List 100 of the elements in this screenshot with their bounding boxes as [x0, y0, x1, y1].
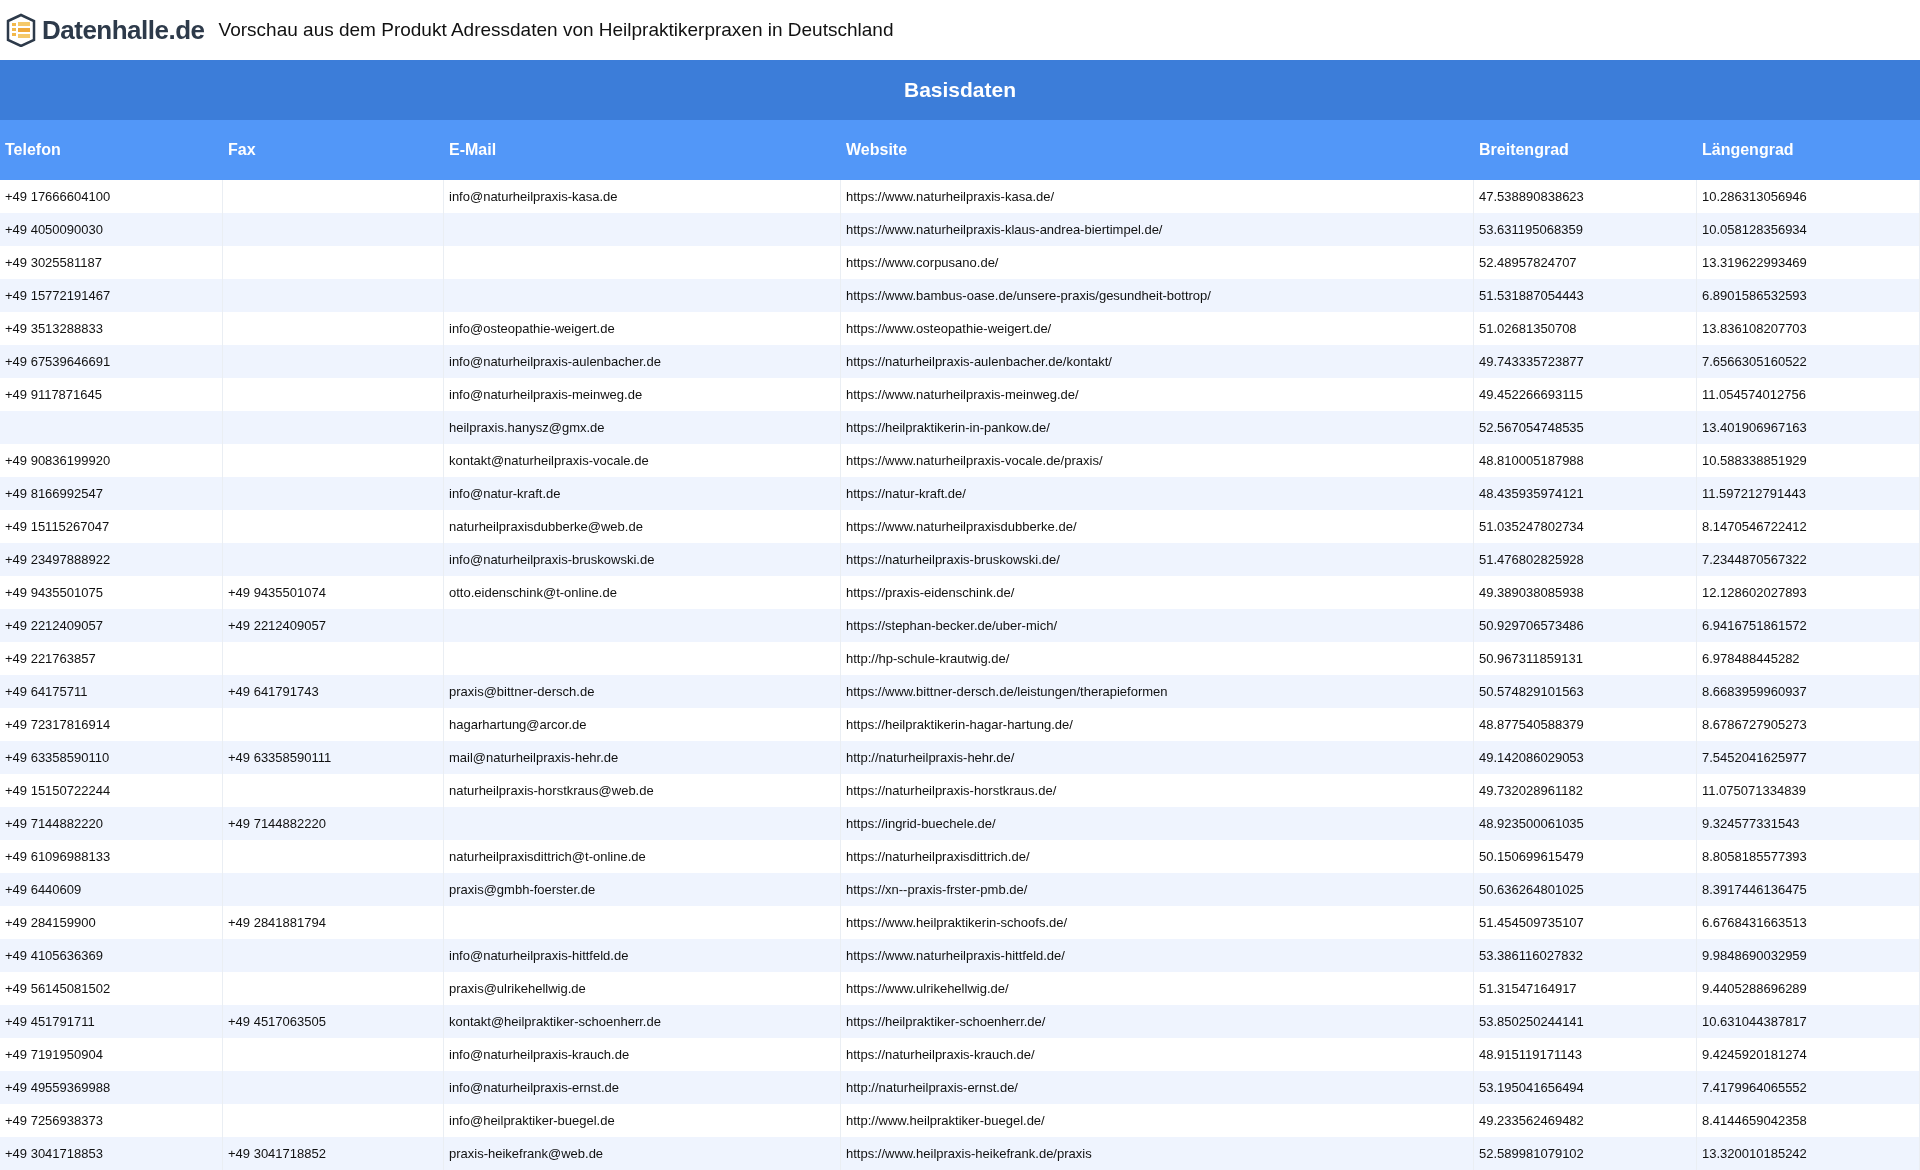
table-cell-text: +49 17666604100	[5, 187, 111, 206]
table-cell-text: praxis@ulrikehellwig.de	[449, 979, 586, 998]
table-cell-text: https://www.bambus-oase.de/unsere-praxis/gesundheit-bottrop/	[846, 286, 1211, 305]
column-header: Website	[845, 140, 909, 160]
column-header: E-Mail	[448, 140, 498, 160]
table-cell-text: 49.452266693115	[1479, 385, 1583, 404]
server-stack-icon	[4, 13, 38, 47]
table-cell-text: +49 23497888922	[5, 550, 111, 569]
table-cell-text: +49 9435501075	[5, 583, 103, 602]
table-cell-text: 10.631044387817	[1702, 1012, 1807, 1031]
table-cell-text: https://www.naturheilpraxis-vocale.de/praxis/	[846, 451, 1103, 470]
table-cell-text: +49 15115267047	[5, 517, 110, 536]
table-cell-text: https://naturheilpraxisdittrich.de/	[846, 847, 1030, 866]
column-header: Breitengrad	[1478, 140, 1570, 160]
table-cell-text: otto.eidenschink@t-online.de	[449, 583, 617, 602]
table-cell-text: +49 7191950904	[5, 1045, 103, 1064]
table-cell-text: https://heilpraktikerin-hagar-hartung.de/	[846, 715, 1073, 734]
table-cell-text: http://naturheilpraxis-ernst.de/	[846, 1078, 1018, 1097]
table-cell-text: naturheilpraxis-horstkraus@web.de	[449, 781, 654, 800]
table-cell-text: 6.9416751861572	[1702, 616, 1807, 635]
table-cell-text: praxis@bittner-dersch.de	[449, 682, 595, 701]
table-cell-text: +49 56145081502	[5, 979, 111, 998]
table-cell-text: 48.435935974121	[1479, 484, 1584, 503]
table-cell-text: 53.850250244141	[1479, 1012, 1584, 1031]
column-header: Fax	[227, 140, 257, 160]
table-cell-text: +49 15772191467	[5, 286, 111, 305]
table-cell-text: 47.538890838623	[1479, 187, 1584, 206]
table-cell-text: 48.877540588379	[1479, 715, 1584, 734]
table-cell-text: 13.319622993469	[1702, 253, 1807, 272]
table-cell-text: +49 2841881794	[228, 913, 326, 932]
table-cell-text: 51.476802825928	[1479, 550, 1584, 569]
table-cell-text: 11.054574012756	[1702, 385, 1806, 404]
table-cell-text: http://naturheilpraxis-hehr.de/	[846, 748, 1015, 767]
table-cell-text: info@osteopathie-weigert.de	[449, 319, 615, 338]
table-cell-text: +49 15150722244	[5, 781, 111, 800]
table-cell-text: https://natur-kraft.de/	[846, 484, 966, 503]
table-cell-text: +49 3513288833	[5, 319, 103, 338]
table-cell-text: 49.142086029053	[1479, 748, 1584, 767]
table-cell-text: kontakt@heilpraktiker-schoenherr.de	[449, 1012, 661, 1031]
group-header: Basisdaten	[0, 60, 1920, 120]
table-cell-text: https://naturheilpraxis-bruskowski.de/	[846, 550, 1060, 569]
table-cell-text: https://ingrid-buechele.de/	[846, 814, 996, 833]
table-cell-text: 51.531887054443	[1479, 286, 1584, 305]
table-cell-text: 51.02681350708	[1479, 319, 1577, 338]
table-cell-text: +49 2212409057	[5, 616, 103, 635]
table-cell-text: +49 7144882220	[228, 814, 326, 833]
table-cell-text: 52.48957824707	[1479, 253, 1577, 272]
table-cell-text: 11.075071334839	[1702, 781, 1806, 800]
table-cell-text: +49 9435501074	[228, 583, 326, 602]
logo-text[interactable]: Datenhalle.de	[42, 10, 205, 50]
table-cell-text: info@naturheilpraxis-bruskowski.de	[449, 550, 655, 569]
table-cell-text: https://www.corpusano.de/	[846, 253, 999, 272]
table-cell-text: +49 63358590111	[228, 748, 332, 767]
table-cell-text: 9.4245920181274	[1702, 1045, 1807, 1064]
table-cell-text: +49 284159900	[5, 913, 96, 932]
table-cell-text: 12.128602027893	[1702, 583, 1807, 602]
table-cell-text: 10.286313056946	[1702, 187, 1807, 206]
table-cell-text: https://www.naturheilpraxis-kasa.de/	[846, 187, 1055, 206]
table-cell-text: https://heilpraktikerin-in-pankow.de/	[846, 418, 1050, 437]
table-cell-text: 53.195041656494	[1479, 1078, 1584, 1097]
table-cell-text: 53.631195068359	[1479, 220, 1583, 239]
table-cell-text: +49 9117871645	[5, 385, 102, 404]
table-cell-text: 7.5452041625977	[1702, 748, 1807, 767]
table-cell-text: +49 49559369988	[5, 1078, 111, 1097]
table-cell-text: +49 221763857	[5, 649, 96, 668]
table-cell-text: +49 3025581187	[5, 253, 102, 272]
table-cell-text: 6.6768431663513	[1702, 913, 1807, 932]
table-cell-text: 8.4144659042358	[1702, 1111, 1807, 1130]
table-cell-text: https://stephan-becker.de/uber-mich/	[846, 616, 1057, 635]
table-cell-text: +49 8166992547	[5, 484, 103, 503]
table-cell-text: 13.320010185242	[1702, 1144, 1807, 1163]
table-cell-text: http://hp-schule-krautwig.de/	[846, 649, 1010, 668]
table-cell-text: 51.035247802734	[1479, 517, 1584, 536]
table-cell-text: 9.9848690032959	[1702, 946, 1807, 965]
table-cell-text: +49 3041718853	[5, 1144, 103, 1163]
table-cell-text: +49 4050090030	[5, 220, 103, 239]
table-cell-text: info@naturheilpraxis-krauch.de	[449, 1045, 630, 1064]
table-cell-text: https://praxis-eidenschink.de/	[846, 583, 1015, 602]
table-cell-text: 50.967311859131	[1479, 649, 1583, 668]
table-cell-text: https://www.naturheilpraxis-hittfeld.de/	[846, 946, 1065, 965]
table-cell-text: mail@naturheilpraxis-hehr.de	[449, 748, 619, 767]
table-cell-text: +49 6440609	[5, 880, 82, 899]
table-cell-text: https://xn--praxis-frster-pmb.de/	[846, 880, 1028, 899]
table-cell-text: 52.589981079102	[1479, 1144, 1584, 1163]
table-cell-text: praxis@gmbh-foerster.de	[449, 880, 596, 899]
table-cell-text: praxis-heikefrank@web.de	[449, 1144, 604, 1163]
table-cell-text: 9.324577331543	[1702, 814, 1800, 833]
table-cell-text: 50.574829101563	[1479, 682, 1584, 701]
table-cell-text: 8.1470546722412	[1702, 517, 1807, 536]
page-title: Vorschau aus dem Produkt Adressdaten von Heilpraktikerpraxen in Deutschland	[218, 17, 894, 42]
table-cell-text: info@natur-kraft.de	[449, 484, 561, 503]
table-cell-text: 9.4405288696289	[1702, 979, 1807, 998]
table-cell-text: +49 63358590110	[5, 748, 110, 767]
table-cell-text: https://www.bittner-dersch.de/leistungen/therapieformen	[846, 682, 1168, 701]
table-cell-text: +49 72317816914	[5, 715, 111, 734]
table-cell-text: +49 4105636369	[5, 946, 103, 965]
table-cell-text: https://www.naturheilpraxis-klaus-andrea-biertimpel.de/	[846, 220, 1163, 239]
table-cell-text: 8.3917446136475	[1702, 880, 1807, 899]
table-cell-text: 51.454509735107	[1479, 913, 1584, 932]
table-cell-text: +49 67539646691	[5, 352, 111, 371]
